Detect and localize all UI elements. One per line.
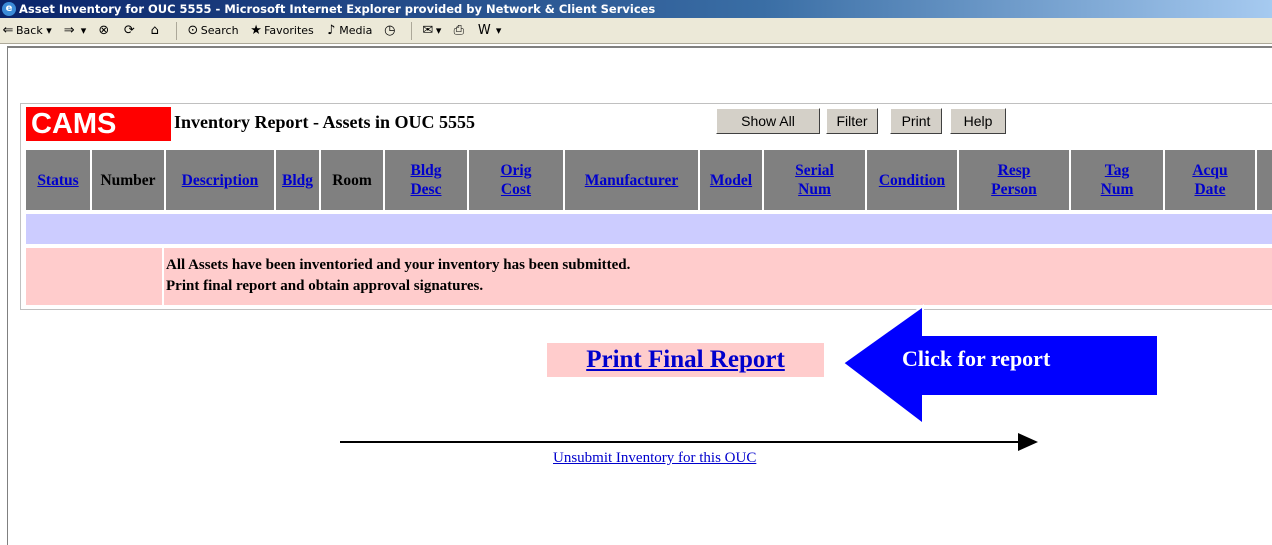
printer-icon: ⎙ [453,23,465,38]
col-tag-num: Tag Num [1071,150,1163,210]
col-room: Room [332,171,372,189]
search-icon: ⊙ [187,23,199,38]
sort-bldg-link[interactable]: Bldg [282,171,313,190]
message-line-2: Print final report and obtain approval s… [166,277,484,294]
favorites-button[interactable]: ★ Favorites [248,18,314,43]
mail-icon: ✉ [422,23,434,38]
sort-description-link[interactable]: Description [182,171,259,190]
home-icon: ⌂ [150,23,159,38]
col-description: Description [166,150,274,210]
cams-logo: CAMS [26,107,171,141]
forward-button[interactable]: ⇒ ▾ [61,18,86,43]
col-condition: Condition [867,150,957,210]
help-button[interactable]: Help [950,108,1006,134]
unsubmit-inventory-link[interactable]: Unsubmit Inventory for this OUC [553,450,756,467]
col-bldg: Bldg [276,150,319,210]
col-serial-num: Serial Num [764,150,865,210]
col-resp-person: Resp Person [959,150,1069,210]
callout-text: Click for report [902,346,1051,371]
col-status: Status [26,150,90,210]
header-cell-bg [1257,150,1272,210]
print-final-report-box: Print Final Report [547,343,824,377]
edit-button[interactable]: W ▾ [476,18,501,43]
filter-button[interactable]: Filter [826,108,878,134]
search-button[interactable]: ⊙ Search [185,18,238,43]
sort-tag-num-link[interactable]: Tag Num [1101,161,1134,199]
media-icon: ♪ [327,23,336,38]
browser-toolbar: ⇐ Back ▾ ⇒ ▾ ⊗ ⟳ ⌂ ⊙ Search ★ Favorites ♪ Me… [0,18,1272,44]
refresh-icon: ⟳ [123,23,135,38]
window-title: Asset Inventory for OUC 5555 - Microsoft… [19,2,656,16]
history-icon: ◷ [384,23,396,38]
refresh-button[interactable]: ⟳ [121,18,137,43]
sort-orig-cost-link[interactable]: Orig Cost [501,161,532,199]
sort-bldg-desc-link[interactable]: Bldg Desc [410,161,441,199]
back-button[interactable]: ⇐ Back ▾ [0,18,52,43]
sort-serial-num-link[interactable]: Serial Num [795,161,834,199]
submitted-message: All Assets have been inventoried and you… [166,255,630,296]
sort-acqu-date-link[interactable]: Acqu Date [1192,161,1227,199]
sort-manufacturer-link[interactable]: Manufacturer [585,171,679,190]
col-model: Model [700,150,762,210]
cell-divider [162,248,164,305]
sort-status-link[interactable]: Status [37,171,78,190]
star-icon: ★ [250,23,262,38]
empty-data-row [26,214,1272,244]
sort-model-link[interactable]: Model [710,171,752,190]
toolbar-divider [411,22,413,40]
back-arrow-icon: ⇐ [2,23,14,38]
print-toolbar-button[interactable]: ⎙ [451,18,467,43]
window-title-bar: e Asset Inventory for OUC 5555 - Microsof… [0,0,1272,18]
message-line-1: All Assets have been inventoried and you… [166,257,631,273]
sort-resp-person-link[interactable]: Resp Person [991,161,1037,199]
report-title: Inventory Report - Assets in OUC 5555 [174,112,475,132]
stop-icon: ⊗ [98,23,110,38]
show-all-button[interactable]: Show All [716,108,820,134]
forward-arrow-icon: ⇒ [63,23,75,38]
stop-button[interactable]: ⊗ [96,18,112,43]
toolbar-divider [176,22,178,40]
col-bldg-desc: Bldg Desc [385,150,467,210]
word-icon: W [477,23,491,38]
ie-logo-icon: e [2,2,16,16]
home-button[interactable]: ⌂ [147,18,163,43]
history-button[interactable]: ◷ [382,18,398,43]
mail-button[interactable]: ✉ ▾ [420,18,441,43]
sort-condition-link[interactable]: Condition [879,171,945,190]
col-acqu-date: Acqu Date [1165,150,1255,210]
print-final-report-link[interactable]: Print Final Report [586,346,785,373]
col-orig-cost: Orig Cost [469,150,563,210]
col-number: Number [100,171,156,189]
print-button[interactable]: Print [890,108,942,134]
media-button[interactable]: ♪ Media [323,18,372,43]
col-manufacturer: Manufacturer [565,150,698,210]
